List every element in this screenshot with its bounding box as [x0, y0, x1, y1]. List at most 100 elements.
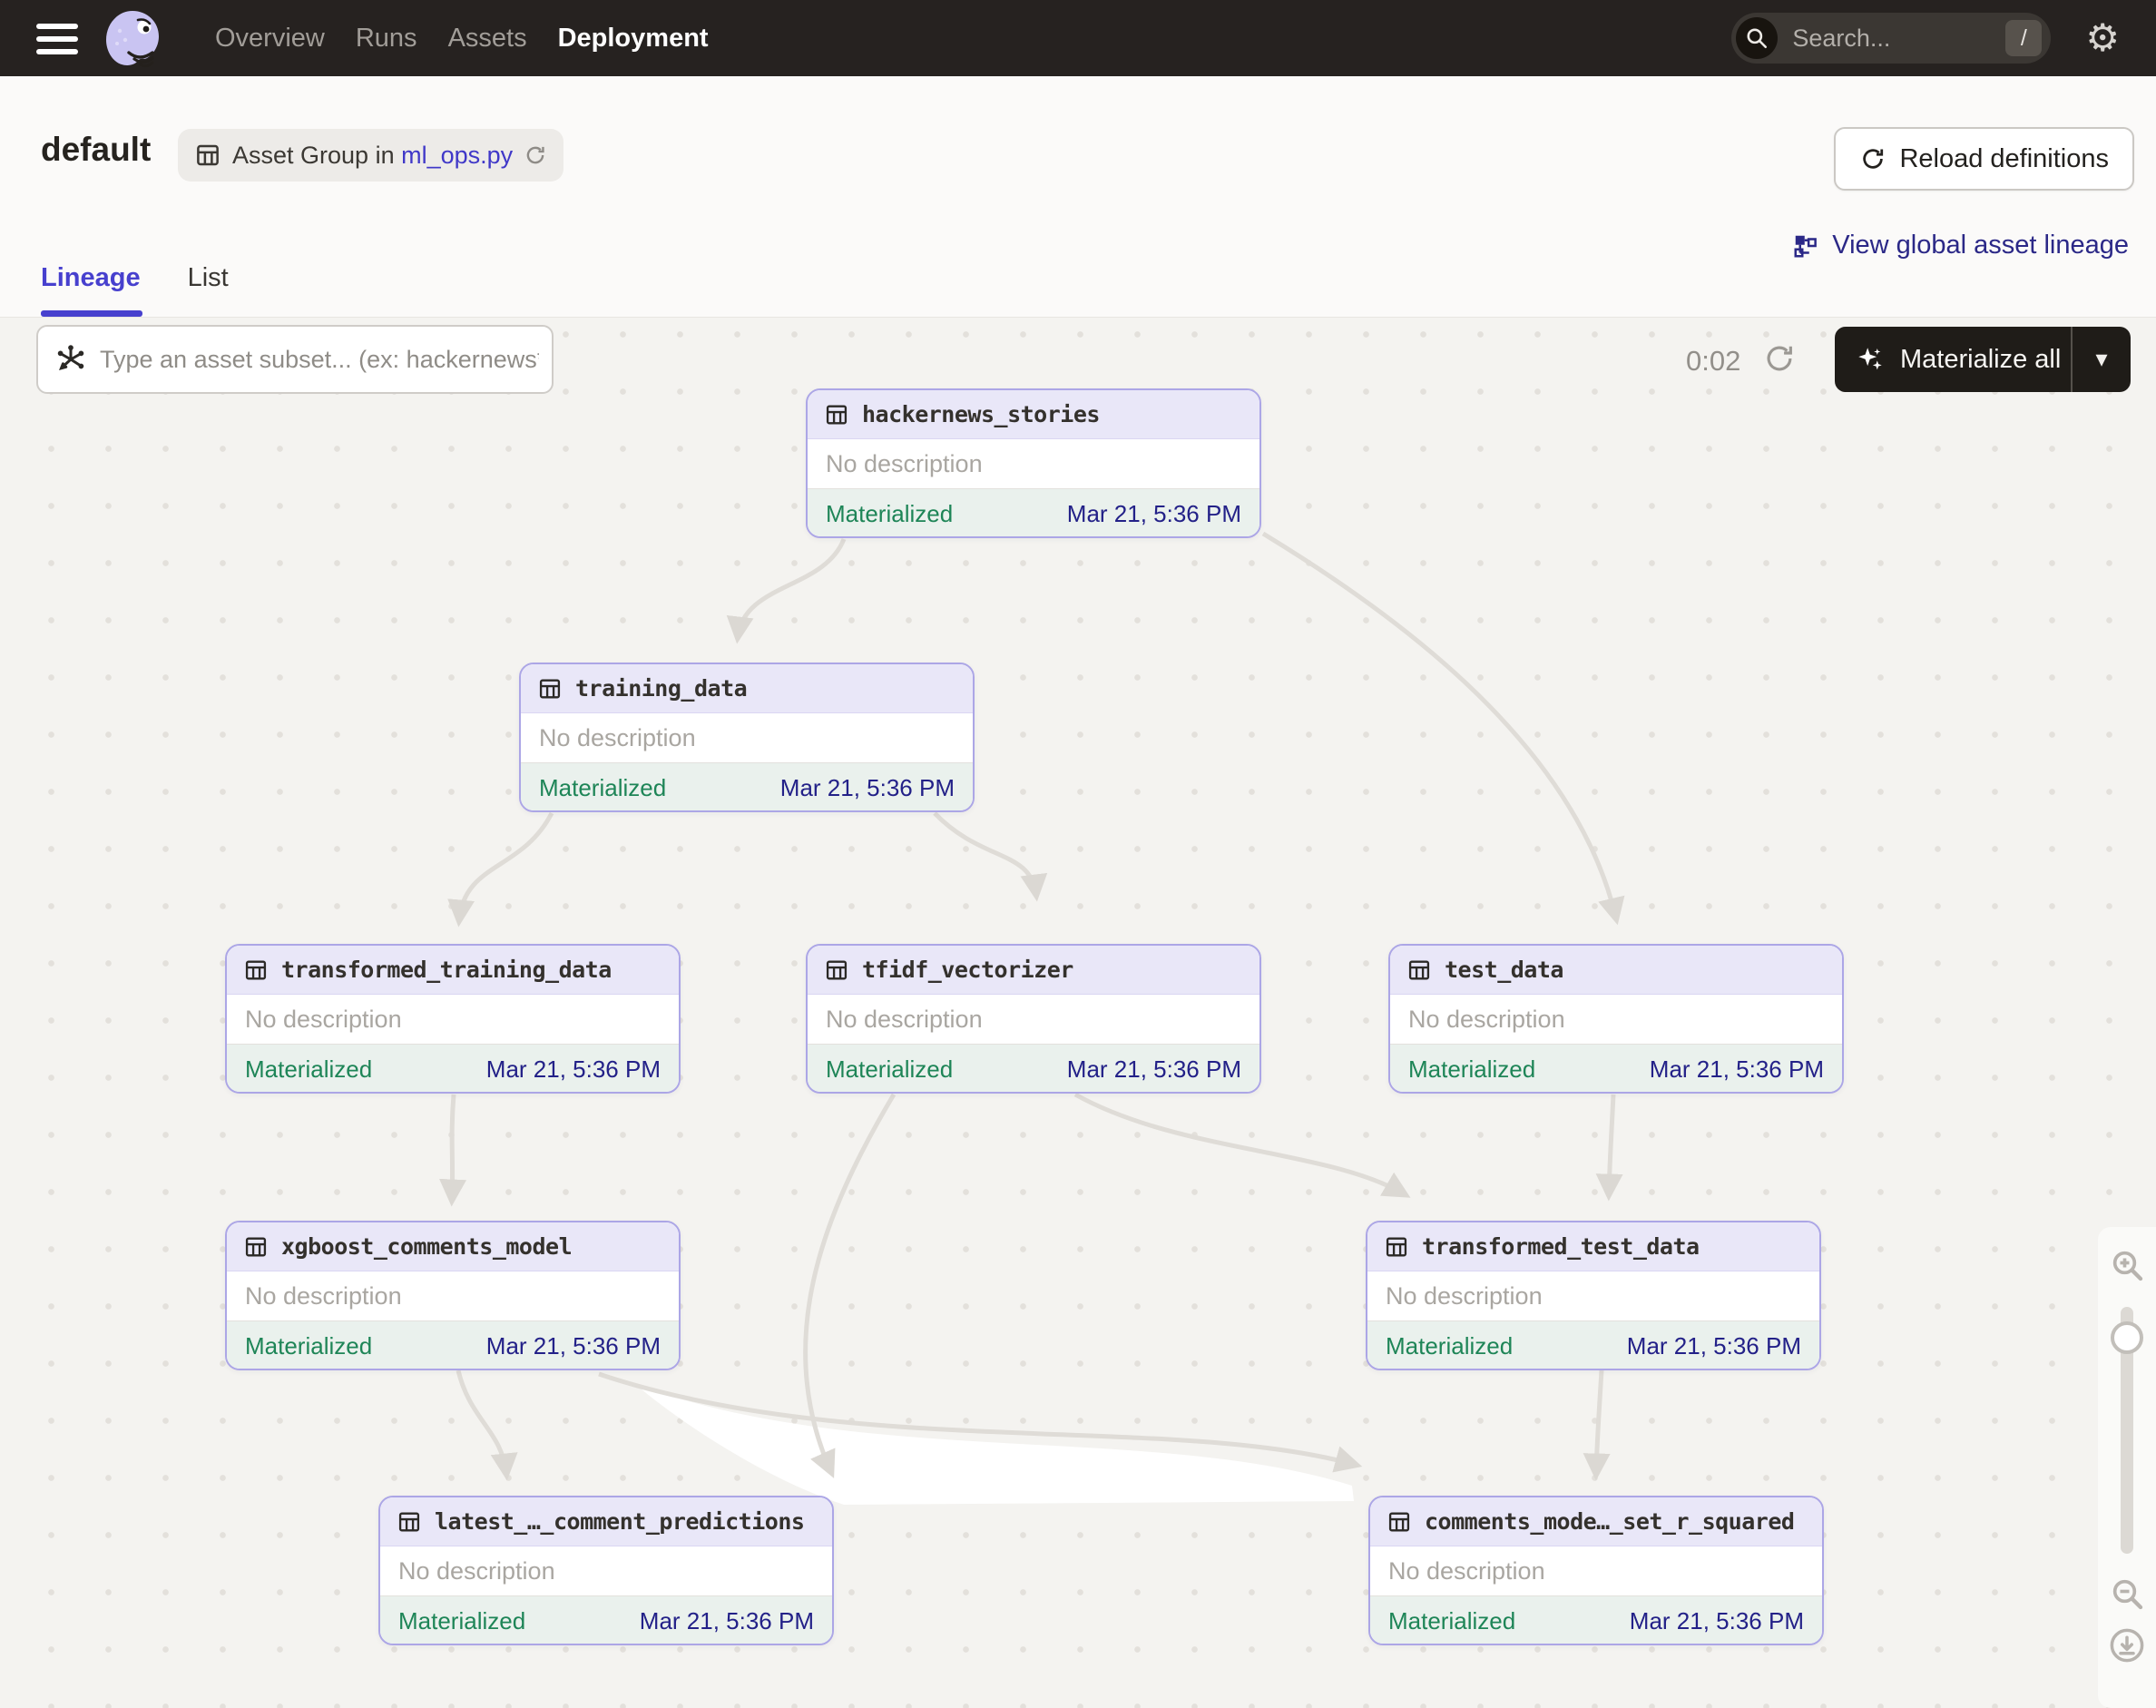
nav-item-deployment[interactable]: Deployment	[558, 24, 709, 54]
nav-item-overview[interactable]: Overview	[215, 24, 325, 54]
asset-node-xgboost-comments-model[interactable]: xgboost_comments_model No description Ma…	[225, 1221, 681, 1370]
zoom-slider-handle[interactable]	[2111, 1321, 2143, 1354]
asset-subset-filter[interactable]	[36, 325, 554, 394]
asset-name: latest_…_comment_predictions	[435, 1508, 804, 1535]
download-image-icon[interactable]	[2108, 1626, 2146, 1664]
table-icon	[824, 957, 849, 983]
chip-file-link[interactable]: ml_ops.py	[401, 142, 513, 169]
top-nav: Overview Runs Assets Deployment Search..…	[0, 0, 2156, 76]
asset-status: Materialized	[398, 1607, 525, 1635]
asset-timestamp[interactable]: Mar 21, 5:36 PM	[780, 774, 955, 802]
asset-description: No description	[1370, 1546, 1822, 1595]
asset-status: Materialized	[245, 1332, 372, 1360]
asset-timestamp[interactable]: Mar 21, 5:36 PM	[486, 1055, 661, 1084]
asset-node-training-data[interactable]: training_data No description Materialize…	[519, 663, 975, 812]
asset-timestamp[interactable]: Mar 21, 5:36 PM	[1067, 1055, 1241, 1084]
zoom-controls-panel	[2098, 1227, 2156, 1708]
asset-node-tfidf-vectorizer[interactable]: tfidf_vectorizer No description Material…	[806, 944, 1261, 1094]
asset-description: No description	[380, 1546, 832, 1595]
asset-name: xgboost_comments_model	[281, 1233, 572, 1260]
asset-name: test_data	[1445, 957, 1563, 983]
page-title: default	[41, 131, 151, 169]
lineage-canvas[interactable]: 0:02 Materialize all ▾ hackernews_storie…	[0, 318, 2156, 1708]
asset-status: Materialized	[1386, 1332, 1513, 1360]
asset-description: No description	[808, 439, 1259, 488]
asset-timestamp[interactable]: Mar 21, 5:36 PM	[486, 1332, 661, 1360]
asset-description: No description	[808, 995, 1259, 1044]
zoom-slider[interactable]	[2121, 1307, 2133, 1554]
asset-description: No description	[1367, 1271, 1819, 1320]
reload-definitions-label: Reload definitions	[1899, 144, 2109, 174]
asset-name: transformed_test_data	[1422, 1233, 1700, 1260]
asset-timestamp[interactable]: Mar 21, 5:36 PM	[1627, 1332, 1801, 1360]
asset-status: Materialized	[826, 500, 953, 528]
table-icon	[397, 1509, 422, 1535]
search-shortcut-badge: /	[2005, 20, 2042, 56]
nav-links: Overview Runs Assets Deployment	[215, 0, 709, 76]
asset-description: No description	[1390, 995, 1842, 1044]
search-icon	[1736, 17, 1778, 59]
dagster-octopus-logo[interactable]	[102, 7, 163, 69]
asset-node-comments-model-test-set-r-squared[interactable]: comments_mode…_set_r_squared No descript…	[1368, 1496, 1824, 1645]
asset-status: Materialized	[826, 1055, 953, 1084]
asset-name: training_data	[575, 675, 747, 702]
asset-description: No description	[521, 713, 973, 762]
zoom-in-icon[interactable]	[2109, 1247, 2145, 1283]
asset-timestamp[interactable]: Mar 21, 5:36 PM	[640, 1607, 814, 1635]
table-icon	[1406, 957, 1432, 983]
asset-status: Materialized	[539, 774, 666, 802]
asset-name: hackernews_stories	[862, 401, 1100, 427]
view-global-asset-lineage-link[interactable]: View global asset lineage	[1792, 231, 2129, 260]
zoom-out-icon[interactable]	[2109, 1575, 2145, 1612]
lineage-graph-icon	[1792, 232, 1819, 260]
materialize-all-button[interactable]: Materialize all ▾	[1835, 327, 2131, 392]
tab-lineage[interactable]: Lineage	[41, 263, 141, 317]
tab-list[interactable]: List	[188, 263, 229, 317]
asset-selection-icon	[54, 343, 87, 376]
asset-status: Materialized	[245, 1055, 372, 1084]
asset-group-chip[interactable]: Asset Group in ml_ops.py	[178, 129, 564, 182]
table-icon	[824, 402, 849, 427]
table-icon	[1387, 1509, 1412, 1535]
asset-node-transformed-training-data[interactable]: transformed_training_data No description…	[225, 944, 681, 1094]
asset-description: No description	[227, 995, 679, 1044]
table-icon	[243, 957, 269, 983]
asset-name: transformed_training_data	[281, 957, 612, 983]
asset-name: tfidf_vectorizer	[862, 957, 1073, 983]
table-icon	[1384, 1234, 1409, 1260]
asset-subset-input[interactable]	[100, 346, 539, 374]
view-tabs: Lineage List	[41, 263, 229, 317]
asset-status: Materialized	[1388, 1607, 1515, 1635]
table-icon	[194, 142, 221, 169]
nav-right-group: Search... / ⚙	[1731, 0, 2120, 76]
asset-node-hackernews-stories[interactable]: hackernews_stories No description Materi…	[806, 388, 1261, 538]
hamburger-menu-icon[interactable]	[36, 24, 80, 54]
asset-node-latest-comment-predictions[interactable]: latest_…_comment_predictions No descript…	[378, 1496, 834, 1645]
page-header: default Asset Group in ml_ops.py Reload …	[0, 76, 2156, 318]
nav-item-runs[interactable]: Runs	[356, 24, 417, 54]
nav-item-assets[interactable]: Assets	[448, 24, 527, 54]
global-search[interactable]: Search... /	[1731, 13, 2051, 64]
asset-timestamp[interactable]: Mar 21, 5:36 PM	[1650, 1055, 1824, 1084]
chevron-down-icon[interactable]: ▾	[2073, 346, 2131, 373]
asset-description: No description	[227, 1271, 679, 1320]
refresh-timer: 0:02	[1686, 345, 1740, 378]
asset-node-test-data[interactable]: test_data No description Materialized Mar…	[1388, 944, 1844, 1094]
table-icon	[243, 1234, 269, 1260]
dagster-app: Overview Runs Assets Deployment Search..…	[0, 0, 2156, 1708]
refresh-icon[interactable]	[524, 143, 547, 167]
asset-status: Materialized	[1408, 1055, 1535, 1084]
search-placeholder: Search...	[1792, 25, 2005, 53]
refresh-icon	[1859, 145, 1886, 172]
table-icon	[537, 676, 563, 702]
asset-node-transformed-test-data[interactable]: transformed_test_data No description Mat…	[1366, 1221, 1821, 1370]
sparkle-icon	[1855, 344, 1886, 375]
settings-gear-icon[interactable]: ⚙	[2085, 19, 2120, 57]
materialize-all-label: Materialize all	[1900, 345, 2071, 375]
asset-timestamp[interactable]: Mar 21, 5:36 PM	[1067, 500, 1241, 528]
reload-definitions-button[interactable]: Reload definitions	[1834, 127, 2134, 191]
chip-prefix: Asset Group in	[232, 142, 395, 169]
refresh-icon[interactable]	[1762, 341, 1797, 376]
asset-timestamp[interactable]: Mar 21, 5:36 PM	[1630, 1607, 1804, 1635]
asset-name: comments_mode…_set_r_squared	[1425, 1508, 1794, 1535]
